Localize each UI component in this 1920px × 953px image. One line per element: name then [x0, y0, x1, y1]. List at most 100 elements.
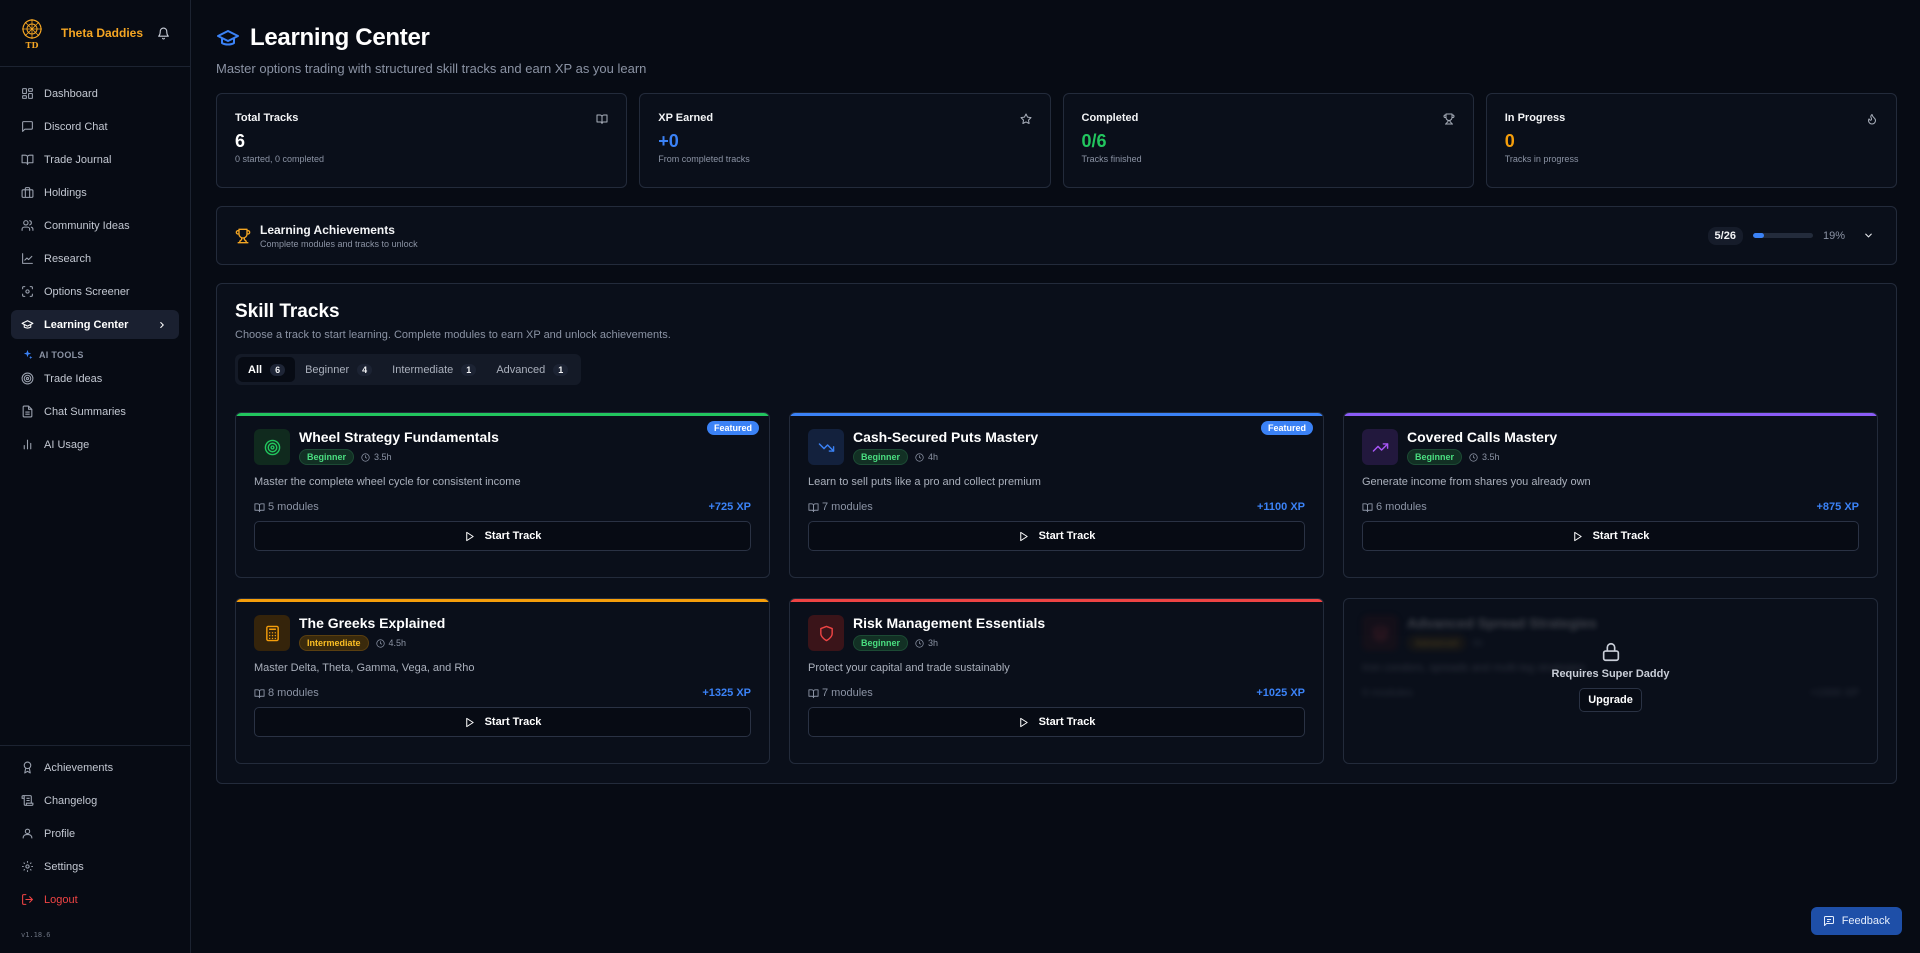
duration-text: 3.5h: [374, 452, 392, 462]
brand: TD Theta Daddies: [0, 0, 190, 67]
book-open-icon: [254, 502, 265, 513]
track-duration: 3h: [915, 638, 938, 648]
filter-tab-intermediate[interactable]: Intermediate 1: [382, 357, 486, 382]
start-track-button[interactable]: Start Track: [1362, 521, 1859, 551]
track-duration: 3.5h: [1469, 452, 1500, 462]
feedback-button[interactable]: Feedback: [1810, 907, 1902, 935]
brand-name[interactable]: Theta Daddies: [61, 26, 143, 40]
start-track-button[interactable]: Start Track: [808, 521, 1305, 551]
flame-icon: [1866, 113, 1878, 125]
stat-sub: 0 started, 0 completed: [235, 154, 325, 164]
track-card-greeks[interactable]: The Greeks Explained Intermediate 4.5h M…: [235, 598, 770, 764]
play-icon: [464, 531, 475, 542]
sidebar-item-label: Community Ideas: [44, 219, 130, 232]
start-track-button[interactable]: Start Track: [254, 521, 751, 551]
card-accent-bar: [236, 413, 769, 416]
stats-row: Total Tracks 6 0 started, 0 completed XP…: [216, 93, 1897, 188]
level-badge: Beginner: [1407, 449, 1463, 465]
start-track-label: Start Track: [484, 530, 542, 542]
bell-icon[interactable]: [157, 27, 170, 40]
sidebar-item-label: Changelog: [44, 794, 98, 807]
sidebar-item-label: Chat Summaries: [44, 405, 126, 418]
track-name: Risk Management Essentials: [853, 615, 1046, 631]
chevron-down-icon[interactable]: [1863, 230, 1874, 241]
learning-achievements-panel[interactable]: Learning Achievements Complete modules a…: [216, 206, 1897, 265]
sidebar-item-options-screener[interactable]: Options Screener: [11, 277, 179, 306]
stat-label: XP Earned: [658, 112, 714, 124]
sidebar-item-holdings[interactable]: Holdings: [11, 178, 179, 207]
sidebar-item-label: Achievements: [44, 761, 114, 774]
sidebar-item-label: Research: [44, 252, 92, 265]
track-card-wheel-strategy[interactable]: Featured Wheel Strategy Fundamentals Beg…: [235, 412, 770, 578]
locked-overlay: Requires Super Daddy Upgrade: [1344, 599, 1877, 763]
clock-icon: [915, 452, 924, 462]
sidebar-item-trade-ideas[interactable]: Trade Ideas: [11, 364, 179, 393]
clock-icon: [361, 452, 370, 462]
book-icon: [21, 153, 34, 166]
logo-text: TD: [26, 40, 39, 49]
filter-tab-advanced[interactable]: Advanced 1: [486, 357, 578, 382]
start-track-label: Start Track: [1038, 716, 1096, 728]
filter-tab-all[interactable]: All 6: [238, 357, 296, 382]
page-header: Learning Center Master options trading w…: [216, 24, 646, 76]
achievements-progress-bar: [1752, 233, 1813, 238]
book-open-icon: [254, 688, 265, 699]
upgrade-button[interactable]: Upgrade: [1579, 687, 1642, 712]
sidebar-item-changelog[interactable]: Changelog: [11, 786, 179, 815]
sidebar-item-label: Dashboard: [44, 87, 98, 100]
dashboard-icon: [21, 87, 34, 100]
start-track-label: Start Track: [1038, 530, 1096, 542]
target-icon: [264, 439, 281, 456]
track-modules: 7 modules: [808, 501, 873, 513]
stat-sub: Tracks in progress: [1504, 154, 1579, 164]
graduation-cap-icon: [21, 318, 34, 331]
sidebar-bottom-nav: Achievements Changelog Profile Settings …: [0, 745, 190, 918]
book-open-icon: [596, 113, 608, 125]
duration-text: 4.5h: [388, 638, 407, 648]
start-track-button[interactable]: Start Track: [808, 707, 1305, 737]
track-card-risk-management[interactable]: Risk Management Essentials Beginner 3h P…: [789, 598, 1324, 764]
start-track-button[interactable]: Start Track: [254, 707, 751, 737]
achievements-desc: Complete modules and tracks to unlock: [260, 238, 418, 249]
document-icon: [21, 405, 34, 418]
sidebar-item-settings[interactable]: Settings: [11, 852, 179, 881]
trophy-icon: [235, 228, 251, 244]
sidebar-item-community-ideas[interactable]: Community Ideas: [11, 211, 179, 240]
locked-message: Requires Super Daddy: [1551, 667, 1670, 680]
duration-text: 3.5h: [1482, 452, 1500, 462]
sidebar-item-chat-summaries[interactable]: Chat Summaries: [11, 397, 179, 426]
skill-tracks-panel: Skill Tracks Choose a track to start lea…: [216, 283, 1897, 784]
clock-icon: [375, 638, 385, 648]
logo-icon[interactable]: TD: [18, 17, 46, 49]
track-xp: +1325 XP: [702, 687, 751, 699]
filter-tab-beginner[interactable]: Beginner 4: [295, 357, 382, 382]
chart-line-icon: [21, 252, 34, 265]
play-icon: [1018, 717, 1029, 728]
filter-label: Intermediate: [392, 363, 454, 376]
sidebar-item-learning-center[interactable]: Learning Center: [11, 310, 179, 339]
target-icon: [21, 372, 34, 385]
sidebar-item-logout[interactable]: Logout: [11, 885, 179, 914]
track-card-covered-calls[interactable]: Covered Calls Mastery Beginner 3.5h Gene…: [1343, 412, 1878, 578]
sidebar-item-dashboard[interactable]: Dashboard: [11, 79, 179, 108]
briefcase-icon: [21, 186, 34, 199]
track-xp: +725 XP: [708, 501, 751, 513]
logout-icon: [21, 893, 34, 906]
sidebar-item-achievements[interactable]: Achievements: [11, 753, 179, 782]
ai-tools-section-label: AI TOOLS: [22, 349, 179, 360]
sidebar-item-research[interactable]: Research: [11, 244, 179, 273]
modules-text: 5 modules: [268, 501, 319, 513]
duration-text: 3h: [928, 638, 939, 648]
stat-sub: Tracks finished: [1081, 154, 1142, 164]
sidebar-item-profile[interactable]: Profile: [11, 819, 179, 848]
star-icon: [1020, 113, 1032, 125]
track-card-cash-secured-puts[interactable]: Featured Cash-Secured Puts Mastery Begin…: [789, 412, 1324, 578]
sidebar-item-label: Logout: [44, 893, 78, 906]
sidebar-item-trade-journal[interactable]: Trade Journal: [11, 145, 179, 174]
sidebar-item-label: Trade Ideas: [44, 372, 103, 385]
sidebar-item-ai-usage[interactable]: AI Usage: [11, 430, 179, 459]
achievements-count-badge: 5/26: [1707, 226, 1743, 245]
sidebar-item-label: AI Usage: [44, 438, 90, 451]
sidebar-item-label: Trade Journal: [44, 153, 112, 166]
sidebar-item-discord-chat[interactable]: Discord Chat: [11, 112, 179, 141]
